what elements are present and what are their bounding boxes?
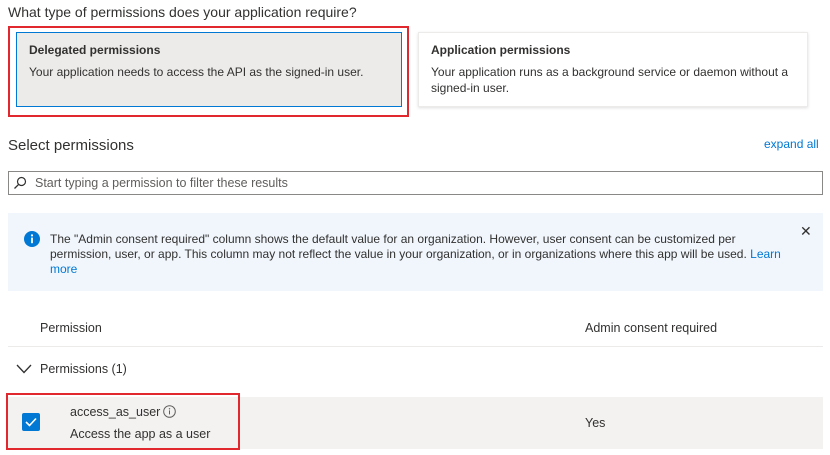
permission-search-box[interactable] (8, 171, 823, 195)
application-permissions-title: Application permissions (431, 43, 571, 57)
permissions-group-label: Permissions (1) (40, 362, 127, 376)
application-permissions-description: Your application runs as a background se… (431, 65, 789, 95)
column-header-admin-consent[interactable]: Admin consent required (585, 321, 717, 335)
close-icon[interactable]: ✕ (800, 223, 812, 240)
select-permissions-heading: Select permissions (8, 137, 134, 154)
permission-highlight-box (6, 393, 240, 450)
expand-all-link[interactable]: expand all (764, 137, 819, 151)
search-icon (14, 176, 27, 189)
header-divider (8, 346, 823, 347)
permission-search-input[interactable] (33, 175, 797, 191)
info-icon (24, 231, 40, 247)
application-permissions-card[interactable]: Application permissions Your application… (418, 32, 808, 107)
info-banner-text: The "Admin consent required" column show… (50, 232, 785, 277)
column-header-permission[interactable]: Permission (40, 321, 102, 335)
info-banner-message: The "Admin consent required" column show… (50, 232, 747, 261)
admin-consent-info-banner: The "Admin consent required" column show… (8, 213, 823, 291)
permission-type-question: What type of permissions does your appli… (8, 4, 357, 20)
delegated-highlight-box (8, 26, 409, 117)
chevron-down-icon (16, 364, 32, 374)
admin-consent-value: Yes (585, 416, 606, 430)
permissions-group-toggle[interactable]: Permissions (1) (16, 362, 127, 376)
